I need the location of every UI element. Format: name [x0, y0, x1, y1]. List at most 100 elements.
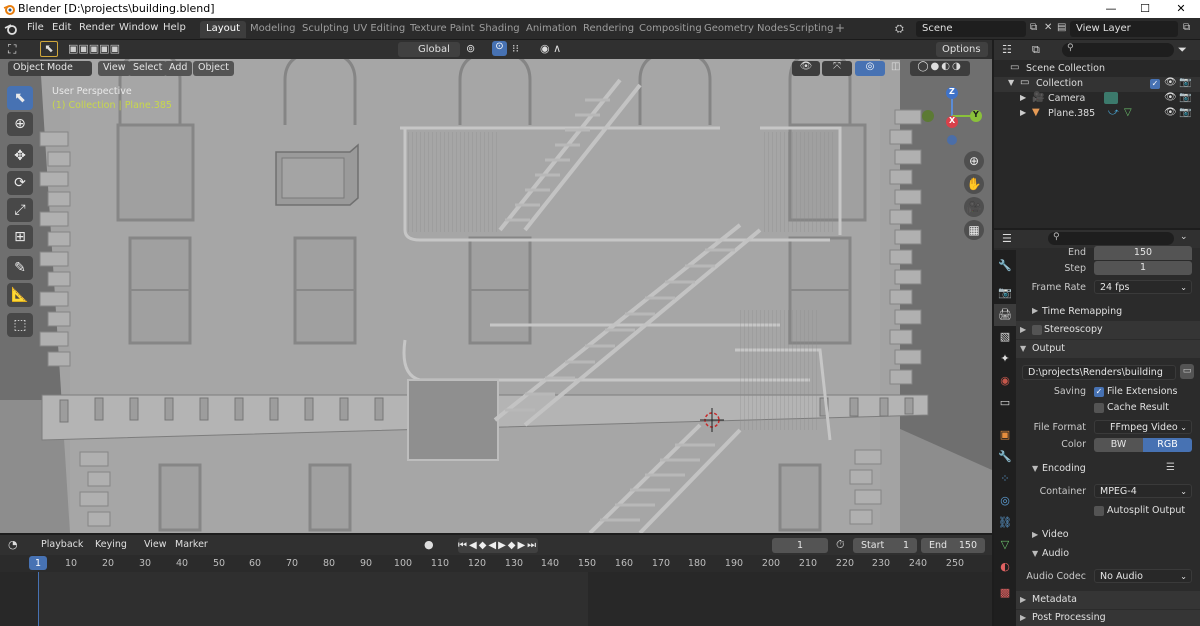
autosplit-checkbox[interactable] [1094, 506, 1104, 516]
timeline-body[interactable] [0, 572, 992, 626]
post-processing-header[interactable]: ▶ Post Processing [1016, 610, 1200, 626]
viewport-menu-add[interactable]: Add [164, 61, 193, 76]
current-frame-field[interactable]: 1 [772, 538, 828, 553]
tab-shading[interactable]: Shading [473, 21, 526, 38]
zoom-icon[interactable]: ⊕ [964, 151, 984, 171]
expand-arrow-icon[interactable]: ▶ [1020, 108, 1026, 117]
viewport-menu-select[interactable]: Select [128, 61, 168, 76]
material-tab-icon[interactable]: ◐ [994, 556, 1016, 578]
file-extensions-checkbox[interactable]: ✓ [1094, 387, 1104, 397]
copy-view-layer-icon[interactable]: ⧉ [1183, 22, 1190, 33]
tab-compositing[interactable]: Compositing [633, 21, 708, 38]
timeline-menu-playback[interactable]: Playback [41, 539, 83, 550]
outliner-row-collection[interactable]: ▼ ▭ Collection ✓ 👁 📷 [994, 77, 1200, 92]
overlay-toggle-icon[interactable]: ◎ [855, 61, 885, 76]
timeline-ruler[interactable]: 1 10 20 30 40 50 60 70 80 90 100 110 120… [0, 555, 992, 572]
exclude-checkbox[interactable]: ✓ [1150, 79, 1160, 89]
scene-selector[interactable]: Scene [916, 21, 1026, 37]
mesh-data-icon[interactable]: ▽ [1124, 107, 1132, 118]
tab-sculpting[interactable]: Sculpting [296, 21, 355, 38]
tab-animation[interactable]: Animation [520, 21, 583, 38]
move-tool-icon[interactable]: ✥ [7, 144, 33, 168]
timeline-menu-marker[interactable]: Marker [175, 539, 208, 550]
stereoscopy-checkbox[interactable] [1032, 325, 1042, 335]
stereoscopy-header[interactable]: ▶ Stereoscopy [1016, 321, 1200, 339]
properties-editor-icon[interactable]: ☰ [1002, 232, 1012, 245]
add-cube-tool-icon[interactable]: ⬚ [7, 313, 33, 337]
menu-edit[interactable]: Edit [52, 22, 71, 33]
collapse-arrow-icon[interactable]: ▶ [1032, 306, 1038, 315]
outliner-row-camera[interactable]: ▶ 🎥 Camera 👁 📷 [994, 92, 1200, 107]
outliner-editor-icon[interactable]: ☷ [1002, 43, 1012, 56]
properties-options-icon[interactable]: ⌄ [1180, 232, 1188, 242]
copy-scene-icon[interactable]: ⧉ [1030, 22, 1037, 33]
annotate-tool-icon[interactable]: ✎ [7, 256, 33, 280]
particles-tab-icon[interactable]: ⁘ [994, 468, 1016, 490]
world-tab-icon[interactable]: ◉ [994, 370, 1016, 392]
end-frame-field[interactable]: End 150 [921, 538, 985, 553]
tab-geometry-nodes[interactable]: Geometry Nodes [698, 21, 794, 38]
outliner-row-plane[interactable]: ▶ ▼ Plane.385 ⤻ ▽ 👁 📷 [994, 107, 1200, 122]
snap-target-icon[interactable]: ⁝⁝ [512, 42, 519, 55]
viewport-menu-object[interactable]: Object [193, 61, 234, 76]
xray-toggle-icon[interactable]: ◫ [891, 61, 905, 76]
3d-viewport[interactable] [0, 40, 992, 533]
menu-render[interactable]: Render [79, 22, 115, 33]
end-field[interactable]: 150 [1094, 246, 1192, 260]
output-header[interactable]: ▼ Output [1016, 340, 1200, 358]
scene-tab-icon[interactable]: ✦ [994, 348, 1016, 370]
color-rgb-button[interactable]: RGB [1143, 438, 1192, 452]
folder-icon[interactable]: ▭ [1180, 364, 1194, 379]
filter-icon[interactable]: ⏷ [1178, 43, 1187, 57]
expand-arrow-icon[interactable]: ▼ [1032, 549, 1038, 558]
select-tool-icon[interactable]: ⬉ [7, 86, 33, 110]
render-camera-icon[interactable]: 📷 [1179, 107, 1191, 118]
cursor-tool-icon[interactable]: ⊕ [7, 112, 33, 136]
render-camera-icon[interactable]: 📷 [1179, 77, 1191, 88]
scene-icon[interactable]: ⛭ [895, 22, 904, 36]
tab-layout[interactable]: Layout [200, 21, 246, 38]
visibility-icon[interactable]: 👁 [792, 61, 820, 76]
presets-list-icon[interactable]: ☰ [1166, 462, 1175, 473]
collection-tab-icon[interactable]: ▭ [994, 392, 1016, 414]
start-frame-field[interactable]: Start 1 [853, 538, 917, 553]
close-button[interactable]: ✕ [1164, 0, 1198, 18]
menu-file[interactable]: File [27, 22, 44, 33]
constraints-tab-icon[interactable]: ⛓ [994, 512, 1016, 534]
proportional-editing-icon[interactable]: ◉ ∧ [540, 42, 561, 55]
color-bw-button[interactable]: BW [1094, 438, 1143, 452]
viewport-menu-view[interactable]: View [98, 61, 131, 76]
output-path-field[interactable]: D:\projects\Renders\building [1022, 365, 1176, 380]
perspective-toggle-icon[interactable]: ▦ [964, 220, 984, 240]
options-dropdown[interactable]: Options [936, 42, 988, 57]
visibility-eye-icon[interactable]: 👁 [1164, 107, 1177, 118]
metadata-header[interactable]: ▶ Metadata [1016, 591, 1200, 609]
properties-search-input[interactable]: ⚲ [1048, 232, 1174, 245]
modifier-tab-icon[interactable]: 🔧 [994, 446, 1016, 468]
rotate-tool-icon[interactable]: ⟳ [7, 171, 33, 195]
timeline-menu-keying[interactable]: Keying [95, 539, 127, 550]
selection-mode-icons[interactable]: ▣▣▣▣▣ [68, 42, 120, 55]
transform-orientation-dropdown[interactable]: Global [398, 42, 460, 57]
blender-menu-icon[interactable] [4, 22, 18, 36]
expand-arrow-icon[interactable]: ▼ [1008, 78, 1014, 87]
shading-mode-icons[interactable]: ◯●◐◑ [910, 61, 970, 76]
physics-tab-icon[interactable]: ◎ [994, 490, 1016, 512]
audio-section[interactable]: Audio [1042, 548, 1069, 559]
playback-controls[interactable]: ⏮◀◆◀▶◆▶⏭ [458, 538, 538, 553]
view-layer-selector[interactable]: View Layer [1070, 21, 1178, 37]
render-tab-icon[interactable]: 📷 [994, 282, 1016, 304]
menu-help[interactable]: Help [163, 22, 186, 33]
audio-codec-dropdown[interactable]: No Audio ⌄ [1094, 569, 1192, 583]
timeline-menu-view[interactable]: View [144, 539, 167, 550]
object-tab-icon[interactable]: ▣ [994, 424, 1016, 446]
scale-tool-icon[interactable]: ⤢ [7, 198, 33, 222]
tab-texture-paint[interactable]: Texture Paint [404, 21, 481, 38]
gizmo-toggle-icon[interactable]: ⤧ [822, 61, 852, 76]
output-tab-icon[interactable]: 🖨 [994, 304, 1016, 326]
navigation-gizmo[interactable]: Z Y X [938, 84, 984, 146]
step-field[interactable]: 1 [1094, 261, 1192, 275]
expand-arrow-icon[interactable]: ▶ [1020, 93, 1026, 102]
encoding-section[interactable]: Encoding [1042, 463, 1086, 474]
view-layer-icon[interactable]: ▤ [1057, 22, 1066, 33]
